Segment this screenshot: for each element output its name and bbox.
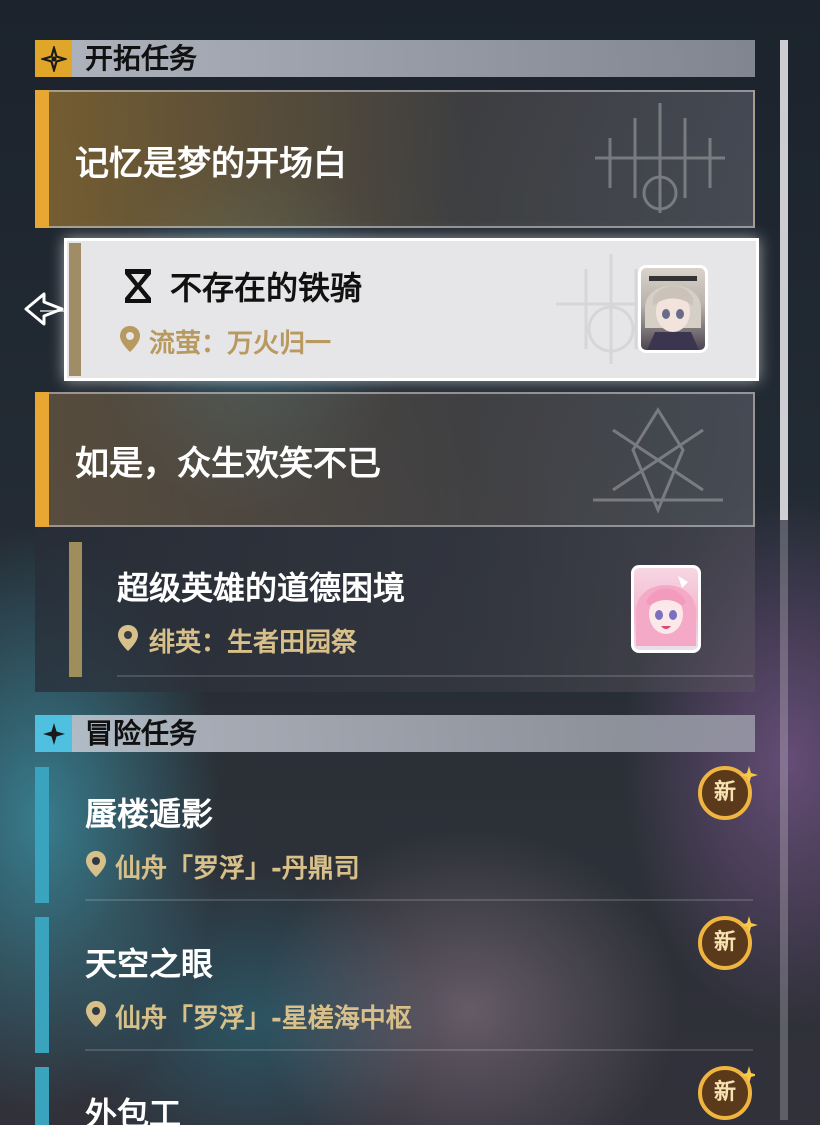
new-badge: 新 <box>697 915 759 977</box>
mission-card[interactable]: 蜃楼遁影 仙舟「罗浮」-丹鼎司 新 <box>35 765 758 905</box>
location-pin-icon <box>118 625 138 651</box>
mission-location: 流萤：万火归一 <box>149 329 332 359</box>
mission-location: 仙舟「罗浮」-星槎海中枢 <box>115 1004 412 1034</box>
trailblaze-star-icon <box>35 40 72 77</box>
mission-accent-bar <box>69 542 82 677</box>
mission-title: 不存在的铁骑 <box>170 269 363 307</box>
emblem-watermark-icon <box>593 407 723 514</box>
location-pin-icon <box>120 326 140 352</box>
group-title: 如是，众生欢笑不已 <box>75 444 381 484</box>
mission-location: 绯英：生者田园祭 <box>149 628 358 658</box>
mission-title: 蜃楼遁影 <box>85 795 214 833</box>
group-accent-bar <box>35 392 49 527</box>
location-pin-icon <box>86 851 106 877</box>
mission-group-card[interactable]: 记忆是梦的开场白 <box>35 90 755 228</box>
mission-card-selected[interactable]: 不存在的铁骑 流萤：万火归一 <box>64 238 759 381</box>
trailblaze-section-header: 开拓任务 <box>35 40 755 77</box>
list-divider <box>117 675 753 677</box>
mission-location: 仙舟「罗浮」-丹鼎司 <box>115 854 360 884</box>
badge-label: 新 <box>713 1080 736 1105</box>
section-title: 开拓任务 <box>85 42 198 75</box>
mission-accent-bar <box>35 767 49 903</box>
mission-title: 天空之眼 <box>85 945 214 983</box>
group-accent-bar <box>35 90 49 228</box>
scrollbar-thumb[interactable] <box>780 40 788 520</box>
mission-group-card[interactable]: 如是，众生欢笑不已 <box>35 392 755 527</box>
mission-card[interactable]: 外包工 新 <box>35 1065 755 1125</box>
mission-title: 外包工 <box>85 1095 182 1125</box>
section-title: 冒险任务 <box>85 717 198 750</box>
adventure-section-header: 冒险任务 <box>35 715 755 752</box>
group-title: 记忆是梦的开场白 <box>75 144 347 184</box>
location-pin-icon <box>86 1001 106 1027</box>
mission-card[interactable]: 超级英雄的道德困境 绯英：生者田园祭 <box>35 527 755 692</box>
mission-accent-bar <box>35 1067 49 1125</box>
badge-label: 新 <box>713 930 736 955</box>
list-divider <box>85 1049 753 1051</box>
selection-arrow-icon <box>24 292 64 326</box>
mission-title: 超级英雄的道德困境 <box>117 569 406 607</box>
new-badge: 新 <box>697 1065 755 1125</box>
mission-accent-bar <box>69 243 81 376</box>
firefly-avatar <box>638 265 708 353</box>
new-badge: 新 <box>697 765 759 827</box>
hourglass-icon <box>125 269 151 303</box>
list-divider <box>85 899 753 901</box>
emblem-watermark-icon <box>595 103 725 213</box>
pink-hair-avatar <box>631 565 701 653</box>
badge-label: 新 <box>713 780 736 805</box>
selection-line <box>40 310 65 312</box>
mission-accent-bar <box>35 917 49 1053</box>
mission-card[interactable]: 天空之眼 仙舟「罗浮」-星槎海中枢 新 <box>35 915 758 1055</box>
adventure-star-icon <box>35 715 72 752</box>
